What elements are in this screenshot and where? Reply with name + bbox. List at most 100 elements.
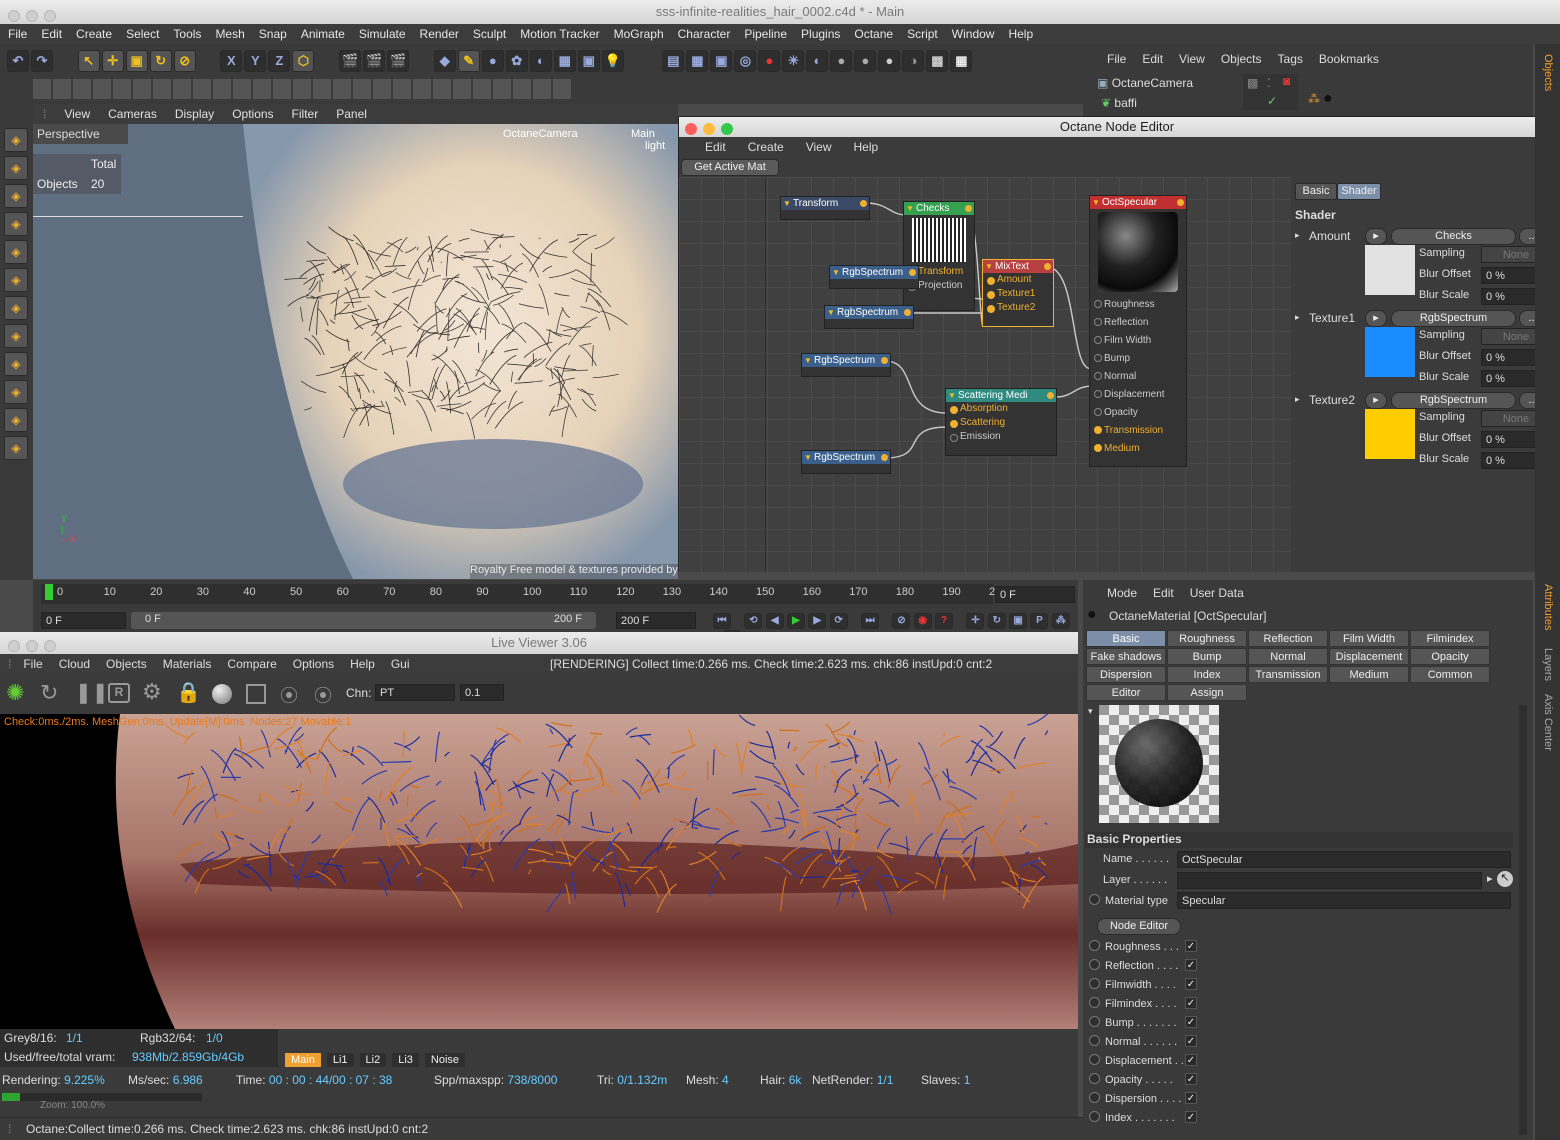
pin-reflection[interactable]: Reflection: [1090, 314, 1186, 332]
move-tool-icon[interactable]: ✛: [101, 50, 124, 72]
material-type-select[interactable]: Specular: [1177, 892, 1511, 909]
tab-shader[interactable]: Shader: [1337, 183, 1381, 200]
tab-basic[interactable]: Basic: [1295, 183, 1337, 200]
scale-tool-icon[interactable]: ▣: [125, 50, 148, 72]
pin-normal[interactable]: Normal: [1090, 368, 1186, 386]
edges-mode-icon[interactable]: ◈: [4, 240, 28, 264]
camera-icon[interactable]: ▣: [577, 50, 600, 72]
pin-transmission[interactable]: Transmission: [1090, 422, 1186, 440]
menu-simulate[interactable]: Simulate: [351, 24, 412, 41]
key-scale-icon[interactable]: ▣: [1009, 613, 1028, 629]
lv-menu-help[interactable]: Help: [342, 654, 383, 671]
attr-checkbox[interactable]: ✓: [1185, 1111, 1197, 1123]
shader-group-arrow-icon[interactable]: ▸: [1295, 312, 1300, 323]
menu-mograph[interactable]: MoGraph: [606, 24, 670, 41]
cloner-icon[interactable]: ✿: [505, 50, 528, 72]
goto-end-icon[interactable]: ⏭: [861, 613, 880, 629]
shader-texture1-link-button[interactable]: RgbSpectrum: [1391, 310, 1516, 327]
record-key-icon[interactable]: ◉: [913, 613, 932, 629]
object-menu-edit[interactable]: Edit: [1134, 48, 1171, 66]
key-param-icon[interactable]: P: [1030, 613, 1049, 629]
attr-menu-mode[interactable]: Mode: [1083, 582, 1145, 600]
node-rgbspectrum-4[interactable]: RgbSpectrum: [801, 450, 891, 474]
node-canvas[interactable]: Transform Checks Transform Projection Rg…: [679, 177, 1291, 572]
menu-create[interactable]: Create: [68, 24, 118, 41]
attr-tab-medium[interactable]: Medium: [1329, 666, 1409, 683]
select-tool-icon[interactable]: ↖: [77, 50, 100, 72]
render-settings-icon[interactable]: 🎬: [387, 50, 410, 72]
attr-menu-user-data[interactable]: User Data: [1182, 582, 1252, 600]
coord-system-icon[interactable]: ⬡: [292, 50, 315, 72]
model-mode-icon[interactable]: ◈: [4, 128, 28, 152]
octane-render-icon[interactable]: ▦: [686, 50, 709, 72]
menu-select[interactable]: Select: [118, 24, 165, 41]
shader-group-arrow-icon[interactable]: ▸: [1295, 230, 1300, 241]
viewport-menu-display[interactable]: Display: [165, 104, 222, 121]
tab-axis-center[interactable]: Axis Center: [1542, 694, 1554, 751]
settings-gear-icon[interactable]: ⚙: [142, 679, 162, 705]
node-checks[interactable]: Checks Transform Projection: [903, 201, 975, 311]
menu-octane[interactable]: Octane: [846, 24, 899, 41]
attr-tab-assign[interactable]: Assign: [1167, 684, 1247, 701]
attr-tab-normal[interactable]: Normal: [1248, 648, 1328, 665]
attr-tab-roughness[interactable]: Roughness: [1167, 630, 1247, 647]
attribute-scrollbar[interactable]: [1519, 705, 1527, 1135]
pass-tab-noise[interactable]: Noise: [424, 1053, 466, 1067]
attr-tab-opacity[interactable]: Opacity: [1410, 648, 1490, 665]
viewport[interactable]: Perspective Total Objects 20 OctaneCamer…: [33, 124, 678, 579]
attr-menu-edit[interactable]: Edit: [1145, 582, 1182, 600]
gizmo-icon[interactable]: ▩: [926, 50, 949, 72]
menu-animate[interactable]: Animate: [293, 24, 351, 41]
next-key-icon[interactable]: ⟳: [829, 613, 848, 629]
autokey-icon[interactable]: ?: [935, 613, 954, 629]
region-render-icon[interactable]: R: [108, 683, 130, 703]
sphere-4-icon[interactable]: ◑: [902, 50, 925, 72]
collapse-icon[interactable]: ▾: [1088, 706, 1093, 717]
name-field[interactable]: OctSpecular: [1177, 851, 1511, 868]
shader-amount-link-button[interactable]: Checks: [1391, 228, 1516, 245]
object-tags[interactable]: ▩ ⁚ ◙ ✓: [1243, 74, 1298, 110]
attr-tab-dispersion[interactable]: Dispersion: [1086, 666, 1166, 683]
object-menu-objects[interactable]: Objects: [1213, 48, 1270, 66]
preview-range-slider[interactable]: 0 F 200 F: [131, 612, 596, 629]
rotate-tool-icon[interactable]: ↻: [149, 50, 172, 72]
menu-mesh[interactable]: Mesh: [207, 24, 250, 41]
pin-film-width[interactable]: Film Width: [1090, 332, 1186, 350]
viewport-menu-panel[interactable]: Panel: [326, 104, 375, 121]
menu-edit[interactable]: Edit: [33, 24, 68, 41]
menu-file[interactable]: File: [0, 24, 33, 41]
sphere-3-icon[interactable]: ●: [878, 50, 901, 72]
tab-attributes[interactable]: Attributes: [1542, 584, 1554, 630]
key-move-icon[interactable]: ✛: [966, 613, 985, 629]
key-rotate-icon[interactable]: ↻: [987, 613, 1006, 629]
animate-radio-icon[interactable]: [1089, 1054, 1100, 1065]
tab-layers[interactable]: Layers: [1542, 648, 1554, 681]
y-axis-lock[interactable]: Y: [244, 50, 267, 72]
animate-radio-icon[interactable]: [1089, 978, 1100, 989]
attr-tab-film-width[interactable]: Film Width: [1329, 630, 1409, 647]
material-icon[interactable]: ◎: [734, 50, 757, 72]
start-frame-field[interactable]: 0 F: [41, 612, 126, 629]
key-pla-icon[interactable]: ⁂: [1051, 613, 1070, 629]
magnet-icon[interactable]: ◈: [4, 380, 28, 404]
step-back-icon[interactable]: ◀: [765, 613, 784, 629]
object-menu-bookmarks[interactable]: Bookmarks: [1311, 48, 1387, 66]
node-menu-create[interactable]: Create: [736, 137, 794, 154]
pin-scattering[interactable]: Scattering: [946, 416, 1056, 430]
material-tag-icon[interactable]: ●: [1323, 90, 1333, 108]
prev-key-icon[interactable]: ⟲: [744, 613, 763, 629]
lock-icon[interactable]: 🔒: [176, 680, 201, 705]
pass-tab-li1[interactable]: Li1: [326, 1053, 354, 1067]
pin-absorption[interactable]: Absorption: [946, 402, 1056, 416]
attr-tab-fake-shadows[interactable]: Fake shadows: [1086, 648, 1166, 665]
menu-script[interactable]: Script: [899, 24, 944, 41]
animate-radio-icon[interactable]: [1089, 940, 1100, 951]
attr-checkbox[interactable]: ✓: [1185, 959, 1197, 971]
render-picture-icon[interactable]: 🎬: [363, 50, 386, 72]
shader-group-arrow-icon[interactable]: ▸: [1295, 394, 1300, 405]
layer-field[interactable]: [1177, 872, 1482, 889]
viewport-menu-filter[interactable]: Filter: [282, 104, 327, 121]
light-icon[interactable]: 💡: [601, 50, 624, 72]
animate-radio-icon[interactable]: [1089, 1073, 1100, 1084]
node-editor-button[interactable]: Node Editor: [1097, 918, 1181, 935]
